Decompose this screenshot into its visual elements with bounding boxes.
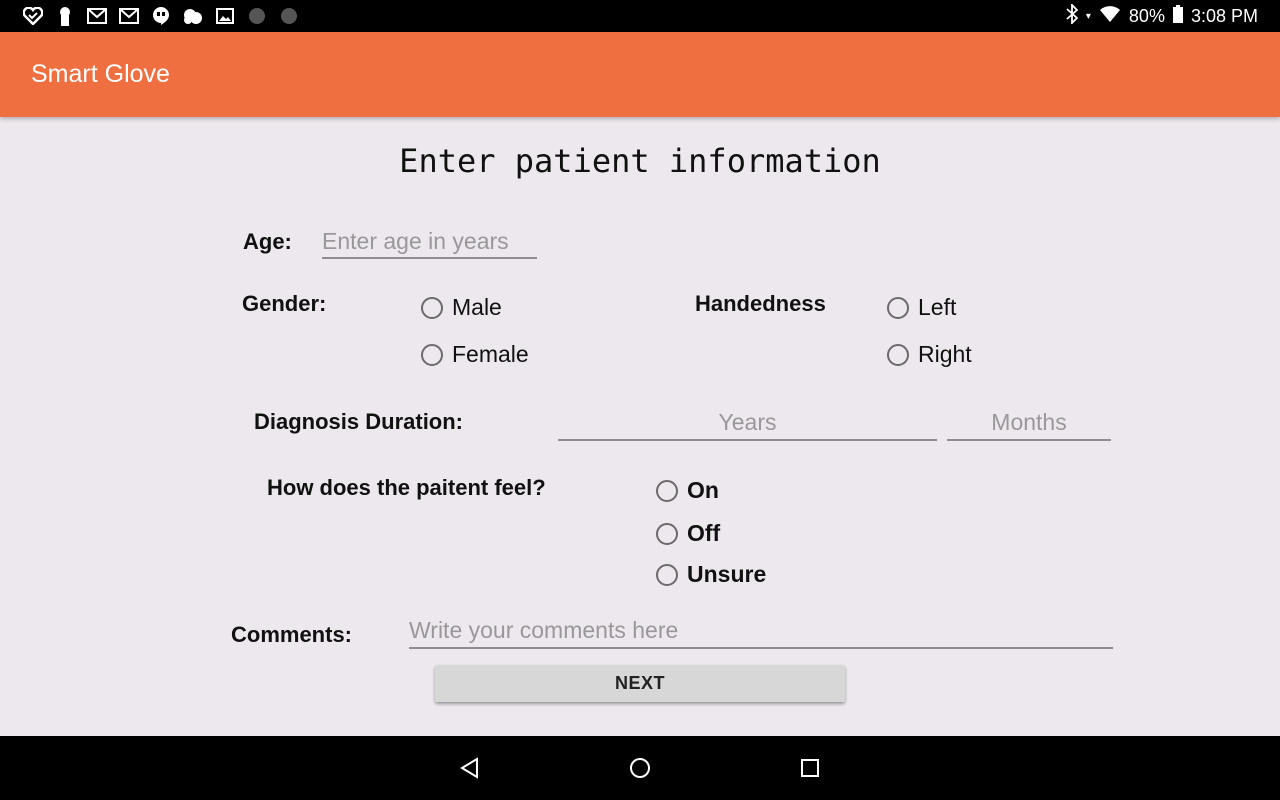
age-input[interactable] — [322, 225, 537, 259]
diagnosis-years-input[interactable] — [558, 406, 937, 441]
mail-icon — [118, 5, 140, 27]
age-label: Age: — [243, 229, 292, 254]
handedness-label: Handedness — [695, 291, 826, 316]
gender-option-label: Female — [452, 341, 529, 367]
bluetooth-icon — [1066, 2, 1079, 29]
handedness-radio-right[interactable]: Right — [887, 341, 972, 368]
feel-label: How does the paitent feel? — [267, 475, 546, 500]
gender-option-label: Male — [452, 294, 502, 320]
system-status: ▾ 80% 3:08 PM — [1066, 2, 1258, 29]
image-icon — [214, 5, 236, 27]
gender-label: Gender: — [242, 291, 327, 316]
feel-radio-on[interactable]: On — [656, 477, 719, 504]
page-title: Enter patient information — [399, 142, 881, 180]
clock: 3:08 PM — [1190, 6, 1258, 26]
mail-icon — [86, 5, 108, 27]
comments-label: Comments: — [231, 622, 353, 647]
data-arrow-icon: ▾ — [1085, 11, 1091, 22]
gender-radio-male[interactable]: Male — [421, 294, 502, 321]
recents-icon[interactable] — [798, 756, 822, 780]
keyhole-icon — [54, 5, 76, 27]
feel-option-label: Off — [687, 520, 721, 546]
notification-icons — [22, 5, 300, 27]
battery-text: 80% — [1128, 6, 1165, 26]
radio-button-icon[interactable] — [656, 479, 678, 502]
handedness-radio-left[interactable]: Left — [887, 294, 956, 321]
radio-button-icon[interactable] — [656, 522, 678, 545]
patient-form: Enter patient information Age: Gender: M… — [0, 117, 1280, 736]
battery-icon — [1172, 5, 1183, 28]
navigation-bar — [0, 736, 1280, 800]
circle-icon — [278, 5, 300, 27]
radio-button-icon[interactable] — [656, 563, 678, 586]
status-bar: ▾ 80% 3:08 PM — [0, 0, 1280, 32]
radio-button-icon[interactable] — [421, 296, 443, 319]
circle-icon — [246, 5, 268, 27]
feel-radio-off[interactable]: Off — [656, 520, 720, 547]
diagnosis-months-input[interactable] — [947, 406, 1111, 441]
back-icon[interactable] — [458, 756, 482, 780]
feel-option-label: On — [687, 477, 719, 503]
feel-option-label: Unsure — [687, 561, 767, 587]
diagnosis-duration-label: Diagnosis Duration: — [254, 409, 464, 434]
hangouts-icon — [150, 5, 172, 27]
feel-radio-unsure[interactable]: Unsure — [656, 561, 766, 588]
heart-icon — [22, 5, 44, 27]
radio-button-icon[interactable] — [421, 343, 443, 366]
home-icon[interactable] — [628, 756, 652, 780]
gender-radio-female[interactable]: Female — [421, 341, 529, 368]
radio-button-icon[interactable] — [887, 296, 909, 319]
handedness-option-label: Left — [918, 294, 957, 320]
weather-icon — [182, 5, 204, 27]
app-title: Smart Glove — [31, 60, 170, 88]
handedness-option-label: Right — [918, 341, 972, 367]
comments-input[interactable] — [409, 614, 1113, 649]
wifi-icon — [1099, 5, 1121, 28]
app-bar: Smart Glove — [0, 32, 1280, 117]
next-button[interactable]: NEXT — [435, 665, 845, 702]
radio-button-icon[interactable] — [887, 343, 909, 366]
